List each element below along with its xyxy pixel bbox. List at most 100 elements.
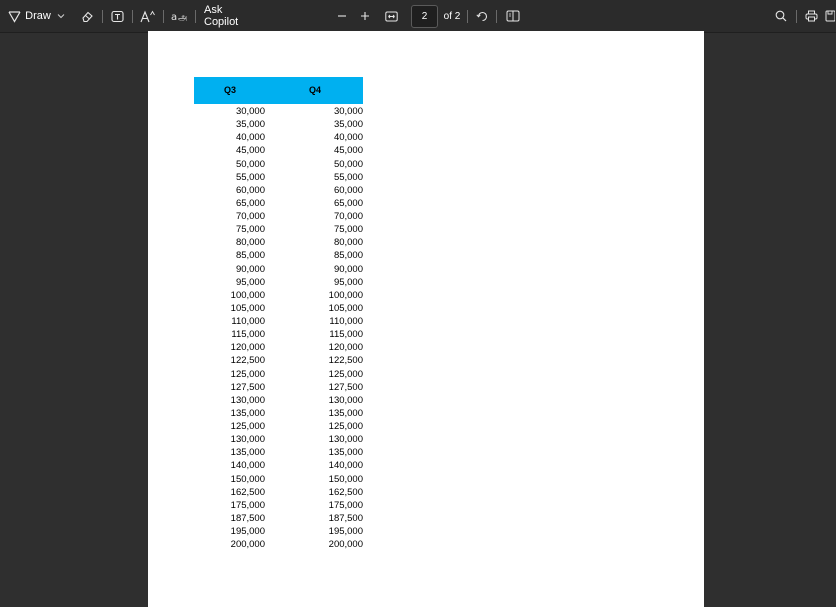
cell-q3: 75,000 (235, 224, 265, 236)
fit-page-icon[interactable] (384, 0, 398, 32)
save-icon[interactable] (824, 0, 836, 32)
cell-q3: 105,000 (230, 302, 265, 314)
cell-q4: 200,000 (328, 539, 363, 551)
cell-q4: 90,000 (333, 263, 363, 275)
table-row: 90,000 90,000 (194, 263, 363, 276)
chevron-down-icon[interactable] (56, 0, 66, 32)
table-row: 105,000 105,000 (194, 302, 363, 315)
draw-label: Draw (25, 10, 51, 22)
cell-q4: 55,000 (333, 171, 363, 183)
cell-q3: 85,000 (235, 250, 265, 262)
translate-icon[interactable]: aஅ (170, 0, 188, 32)
page-number-input[interactable]: 2 (411, 5, 438, 28)
search-icon[interactable] (774, 0, 788, 32)
cell-q4: 50,000 (333, 158, 363, 170)
ask-copilot-button[interactable]: Ask Copilot (204, 0, 254, 32)
cell-q3: 175,000 (230, 499, 265, 511)
cell-q3: 200,000 (230, 539, 265, 551)
table-row: 65,000 65,000 (194, 197, 363, 210)
eraser-icon[interactable] (79, 0, 95, 32)
cell-q3: 30,000 (235, 106, 265, 117)
cell-q4: 30,000 (333, 106, 363, 117)
cell-q4: 80,000 (333, 237, 363, 249)
print-icon[interactable] (804, 0, 818, 32)
cell-q3: 60,000 (235, 184, 265, 196)
cell-q4: 130,000 (328, 394, 363, 406)
page-count: of 2 (442, 0, 462, 32)
cell-q3: 90,000 (235, 263, 265, 275)
cell-q4: 135,000 (328, 447, 363, 459)
cell-q4: 130,000 (328, 434, 363, 446)
rotate-icon[interactable] (475, 0, 489, 32)
table-row: 130,000 130,000 (194, 433, 363, 446)
cell-q3: 162,500 (230, 486, 265, 498)
cell-q3: 120,000 (230, 342, 265, 354)
cell-q4: 75,000 (333, 224, 363, 236)
cell-q4: 150,000 (328, 473, 363, 485)
cell-q3: 135,000 (230, 407, 265, 419)
divider (796, 10, 797, 23)
cell-q3: 55,000 (235, 171, 265, 183)
cell-q4: 60,000 (333, 184, 363, 196)
text-size-icon[interactable] (139, 0, 157, 32)
table-row: 115,000 115,000 (194, 328, 363, 341)
ask-copilot-label: Ask Copilot (204, 4, 239, 28)
cell-q3: 100,000 (230, 289, 265, 301)
cell-q3: 130,000 (230, 434, 265, 446)
divider (195, 10, 196, 23)
cell-q4: 140,000 (328, 460, 363, 472)
table-row: 175,000 175,000 (194, 499, 363, 512)
cell-q4: 105,000 (328, 302, 363, 314)
cell-q3: 50,000 (235, 158, 265, 170)
pdf-toolbar: Draw aஅ Ask Copilot 2 of 2 (0, 0, 836, 33)
table-row: 95,000 95,000 (194, 276, 363, 289)
cell-q4: 135,000 (328, 407, 363, 419)
cell-q3: 110,000 (231, 316, 265, 327)
cell-q4: 35,000 (333, 119, 363, 131)
cell-q3: 70,000 (235, 211, 265, 222)
cell-q4: 162,500 (328, 486, 363, 498)
table-row: 50,000 50,000 (194, 158, 363, 171)
table-row: 45,000 45,000 (194, 144, 363, 157)
divider (467, 10, 468, 23)
cell-q3: 135,000 (230, 447, 265, 459)
page-count-label: of 2 (443, 10, 461, 22)
cell-q3: 150,000 (230, 473, 265, 485)
draw-icon[interactable] (6, 0, 22, 32)
divider (163, 10, 164, 23)
cell-q4: 120,000 (328, 342, 363, 354)
text-box-icon[interactable] (109, 0, 125, 32)
table-row: 70,000 70,000 (194, 210, 363, 223)
table-row: 55,000 55,000 (194, 171, 363, 184)
table-row: 125,000 125,000 (194, 420, 363, 433)
svg-text:a: a (171, 12, 177, 23)
cell-q3: 187,500 (230, 512, 265, 524)
table-row: 110,000 110,000 (194, 315, 363, 328)
pdf-page: Q3 Q4 30,000 30,000 35,000 35,000 40,000 40,0… (148, 31, 704, 607)
table-row: 200,000 200,000 (194, 538, 363, 551)
cell-q4: 40,000 (333, 132, 363, 144)
table-row: 30,000 30,000 (194, 105, 363, 118)
cell-q3: 40,000 (235, 132, 265, 144)
table-header: Q3 Q4 (194, 77, 363, 104)
cell-q4: 100,000 (328, 289, 363, 301)
draw-button[interactable]: Draw (25, 0, 51, 32)
zoom-in-icon[interactable] (359, 0, 371, 32)
table-row: 150,000 150,000 (194, 473, 363, 486)
cell-q3: 127,500 (230, 381, 265, 393)
cell-q3: 140,000 (230, 460, 265, 472)
cell-q4: 110,000 (329, 316, 363, 327)
page-view-icon[interactable] (505, 0, 521, 32)
table-row: 135,000 135,000 (194, 446, 363, 459)
cell-q4: 175,000 (328, 499, 363, 511)
cell-q3: 125,000 (230, 368, 265, 380)
table-row: 60,000 60,000 (194, 184, 363, 197)
column-header-q3: Q3 (224, 85, 237, 95)
table-row: 100,000 100,000 (194, 289, 363, 302)
table-row: 195,000 195,000 (194, 525, 363, 538)
zoom-out-icon[interactable] (336, 0, 348, 32)
cell-q4: 125,000 (328, 368, 363, 380)
cell-q4: 125,000 (328, 421, 363, 432)
divider (102, 10, 103, 23)
cell-q4: 122,500 (328, 355, 363, 367)
